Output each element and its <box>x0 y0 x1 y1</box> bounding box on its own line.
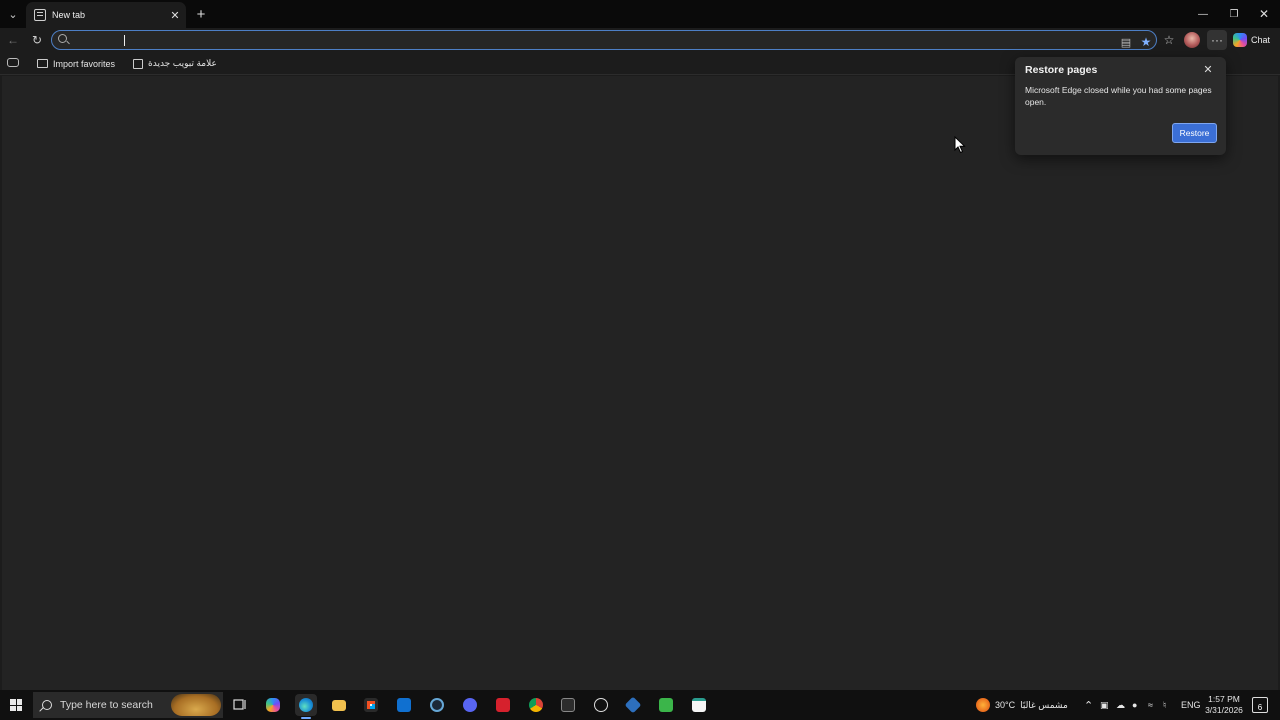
taskbar: Type here to search 30°C مشمس غالبًا ⌃ ▣… <box>0 690 1280 720</box>
address-bar[interactable]: ▤ ★ <box>51 30 1157 50</box>
search-highlight-image <box>171 694 221 716</box>
notepad-icon[interactable] <box>688 694 710 716</box>
notification-center-icon[interactable]: 6 <box>1252 697 1268 713</box>
page-icon <box>133 58 143 69</box>
minimize-icon[interactable]: — <box>1191 4 1215 24</box>
copilot-chat-label: Chat <box>1251 35 1271 45</box>
refresh-icon[interactable]: ↻ <box>28 31 46 49</box>
show-hidden-icons-chevron-up-icon[interactable]: ⌃ <box>1084 698 1093 712</box>
popup-close-icon[interactable]: ✕ <box>1201 62 1215 76</box>
copilot-chat-button[interactable]: Chat <box>1233 31 1277 49</box>
favorites-bar-toggle-icon[interactable] <box>7 58 19 67</box>
new-tab-page-icon <box>34 9 46 21</box>
clock-date: 3/31/2026 <box>1205 705 1243 715</box>
steam-icon[interactable] <box>426 694 448 716</box>
taskbar-search-placeholder: Type here to search <box>60 699 153 711</box>
settings-more-icon[interactable]: ··· <box>1207 30 1227 50</box>
copilot-app-icon[interactable] <box>262 694 284 716</box>
tab-new-tab[interactable]: New tab ✕ <box>26 2 186 28</box>
popup-message: Microsoft Edge closed while you had some… <box>1025 85 1212 107</box>
page-content[interactable] <box>2 76 1278 690</box>
tab-close-icon[interactable]: ✕ <box>168 8 182 22</box>
tab-actions-chevron-down-icon[interactable]: ⌄ <box>4 5 22 23</box>
restore-pages-popup: Restore pages ✕ Microsoft Edge closed wh… <box>1015 57 1226 155</box>
favorite-import[interactable]: Import favorites <box>37 56 115 71</box>
weather-widget[interactable]: 30°C مشمس غالبًا <box>976 698 1068 712</box>
chrome-icon[interactable] <box>525 694 547 716</box>
h-app-icon[interactable] <box>655 694 677 716</box>
volume-icon[interactable]: ♮ <box>1163 698 1166 712</box>
address-input[interactable] <box>72 33 1112 47</box>
discord-icon[interactable] <box>459 694 481 716</box>
mouse-cursor-icon <box>954 135 966 154</box>
outlook-icon[interactable] <box>393 694 415 716</box>
new-tab-plus-icon[interactable]: + <box>192 5 210 23</box>
microsoft-store-icon[interactable] <box>360 694 382 716</box>
favorites-collection-icon[interactable]: ☆ <box>1160 31 1178 49</box>
edge-app-icon[interactable] <box>295 694 317 719</box>
sun-icon <box>976 698 990 712</box>
taskbar-search[interactable]: Type here to search <box>33 692 223 718</box>
windows-logo-icon <box>10 699 22 711</box>
favorite-new-tab[interactable]: علامة تبويب جديدة <box>133 56 217 71</box>
search-icon <box>42 700 52 710</box>
task-view-icon[interactable] <box>229 694 251 716</box>
browser-toolbar: ← ↻ ▤ ★ ☆ ··· Chat <box>0 28 1280 52</box>
text-caret <box>124 35 125 46</box>
notification-count: 6 <box>1257 703 1263 712</box>
favorite-star-icon[interactable]: ★ <box>1138 34 1154 50</box>
search-icon <box>58 34 67 43</box>
favorite-label: علامة تبويب جديدة <box>148 58 217 68</box>
language-indicator[interactable]: ENG <box>1181 698 1201 712</box>
weather-condition: مشمس غالبًا <box>1020 699 1068 710</box>
back-arrow-icon[interactable]: ← <box>4 31 22 49</box>
title-bar: ⌄ New tab ✕ + — ❐ ✕ <box>0 0 1280 28</box>
microphone-icon[interactable]: ● <box>1132 698 1137 712</box>
profile-avatar[interactable] <box>1184 32 1200 48</box>
popup-title: Restore pages <box>1025 64 1098 76</box>
restore-window-icon[interactable]: ❐ <box>1222 4 1246 24</box>
acrobat-icon[interactable] <box>492 694 514 716</box>
close-window-icon[interactable]: ✕ <box>1252 4 1276 24</box>
github-icon[interactable] <box>590 694 612 716</box>
immersive-reader-icon[interactable]: ▤ <box>1118 34 1134 50</box>
wifi-icon[interactable]: ≈ <box>1148 698 1153 712</box>
system-clock[interactable]: 1:57 PM 3/31/2026 <box>1200 694 1248 716</box>
copilot-icon <box>1233 33 1247 47</box>
restore-button[interactable]: Restore <box>1172 123 1217 143</box>
weather-temp: 30°C <box>995 700 1016 710</box>
onedrive-cloud-icon[interactable]: ☁ <box>1116 698 1125 712</box>
terminal-icon[interactable] <box>557 694 579 716</box>
favorite-label: Import favorites <box>53 58 116 69</box>
file-explorer-icon[interactable] <box>328 694 350 716</box>
folder-icon <box>37 59 48 68</box>
start-button[interactable] <box>0 690 32 720</box>
device-icon[interactable]: ▣ <box>1100 698 1109 712</box>
tab-title: New tab <box>52 10 86 20</box>
clock-time: 1:57 PM <box>1208 694 1240 704</box>
virtualbox-icon[interactable] <box>622 694 644 716</box>
